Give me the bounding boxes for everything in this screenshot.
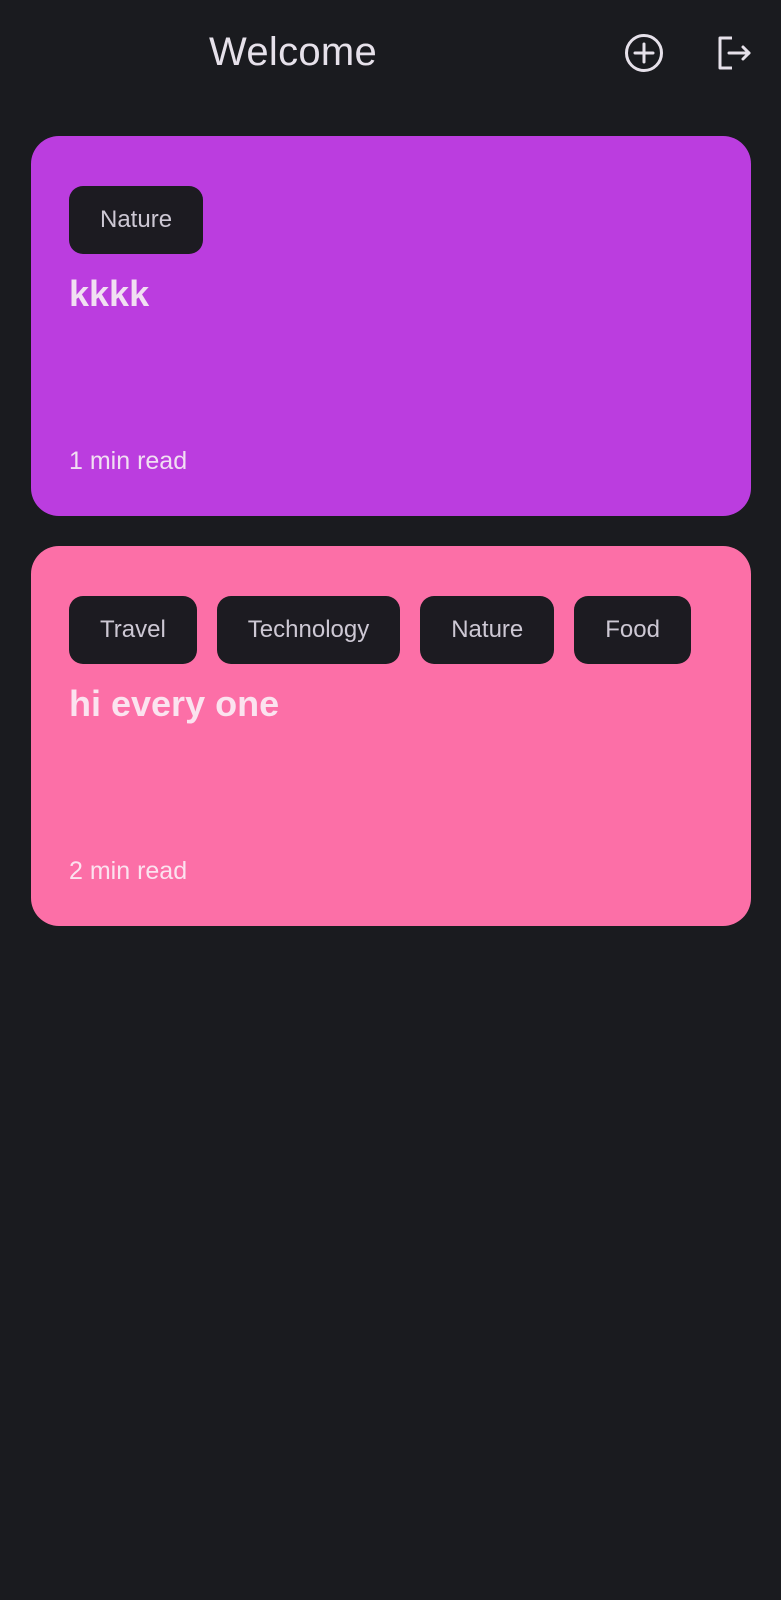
logout-button[interactable] xyxy=(711,29,759,77)
post-title: hi every one xyxy=(69,683,280,724)
tag-chip[interactable]: Nature xyxy=(69,186,204,254)
post-card[interactable]: Travel Technology Nature Food hi every one … xyxy=(31,546,751,926)
tag-list: Nature xyxy=(69,186,713,254)
add-circle-icon xyxy=(625,34,663,72)
add-post-button[interactable] xyxy=(620,29,668,77)
logout-icon xyxy=(718,36,751,70)
read-time: 1 min read xyxy=(69,447,188,475)
tag-chip[interactable]: Technology xyxy=(216,596,401,664)
read-time: 2 min read xyxy=(69,857,188,885)
app-bar: Welcome xyxy=(0,0,781,106)
page-title: Welcome xyxy=(209,30,378,74)
post-title: kkkk xyxy=(69,273,150,314)
tag-chip[interactable]: Travel xyxy=(69,596,197,664)
post-card[interactable]: Nature kkkk 1 min read xyxy=(31,136,751,516)
tag-list[interactable]: Travel Technology Nature Food xyxy=(69,596,713,664)
app-screen: Welcome Nature kkkk 1 min read Travel Te… xyxy=(0,0,781,1600)
tag-chip[interactable]: Food xyxy=(574,596,691,664)
post-list: Nature kkkk 1 min read Travel Technology N… xyxy=(31,136,751,956)
tag-chip[interactable]: Nature xyxy=(420,596,555,664)
